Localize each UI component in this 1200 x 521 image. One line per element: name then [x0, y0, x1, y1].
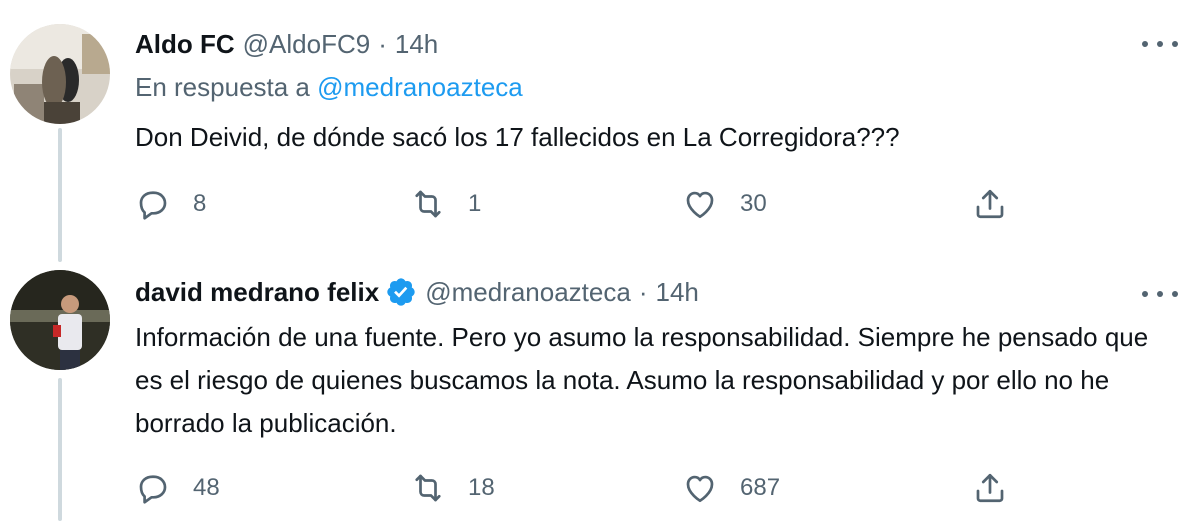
retweet-icon [415, 190, 441, 218]
timestamp[interactable]: 14h [395, 29, 438, 60]
tweet-text: Don Deivid, de dónde sacó los 17 falleci… [135, 122, 900, 152]
user-handle[interactable]: @AldoFC9 [243, 29, 371, 60]
separator-dot: · [638, 276, 648, 307]
tweet[interactable]: Aldo FC @AldoFC9 · 14h En respuesta a @m… [0, 0, 1200, 248]
timestamp[interactable]: 14h [655, 277, 698, 308]
verified-badge-icon [387, 278, 415, 306]
retweet-count: 18 [468, 474, 495, 501]
like-icon [686, 191, 714, 219]
reply-icon [139, 191, 167, 220]
reply-prefix: En respuesta a [135, 72, 310, 102]
display-name[interactable]: david medrano felix [135, 277, 379, 308]
tweet-text: Información de una fuente. Pero yo asumo… [135, 322, 1149, 438]
avatar[interactable] [10, 24, 110, 124]
tweet-actions: 48 18 687 [135, 468, 1035, 508]
share-icon [976, 473, 1004, 503]
tweet-actions: 8 1 30 [135, 184, 1035, 224]
more-icon[interactable] [1142, 34, 1178, 54]
avatar[interactable] [10, 270, 110, 370]
tweet-header: david medrano felix @medranoazteca · 14h [135, 272, 699, 312]
share-icon [976, 189, 1004, 219]
like-count: 687 [740, 474, 781, 501]
retweet-button[interactable]: 18 [410, 468, 495, 508]
reply-button[interactable]: 48 [135, 468, 220, 508]
share-button[interactable] [972, 184, 1008, 224]
retweet-icon [415, 474, 441, 502]
more-icon[interactable] [1142, 284, 1178, 304]
reply-count: 8 [193, 190, 207, 217]
like-button[interactable]: 687 [682, 468, 780, 508]
reply-mention-link[interactable]: @medranoazteca [317, 72, 523, 102]
like-button[interactable]: 30 [682, 184, 767, 224]
share-button[interactable] [972, 468, 1008, 508]
retweet-count: 1 [468, 190, 482, 217]
reply-context: En respuesta a @medranoazteca [135, 72, 523, 103]
reply-button[interactable]: 8 [135, 184, 206, 224]
like-icon [686, 475, 714, 503]
tweet-header: Aldo FC @AldoFC9 · 14h [135, 24, 438, 64]
tweet[interactable]: david medrano felix @medranoazteca · 14h… [0, 248, 1200, 521]
reply-icon [139, 475, 167, 504]
reply-count: 48 [193, 474, 220, 501]
like-count: 30 [740, 190, 767, 217]
user-handle[interactable]: @medranoazteca [425, 277, 631, 308]
separator-dot: · [378, 28, 387, 59]
display-name[interactable]: Aldo FC [135, 29, 235, 60]
retweet-button[interactable]: 1 [410, 184, 481, 224]
